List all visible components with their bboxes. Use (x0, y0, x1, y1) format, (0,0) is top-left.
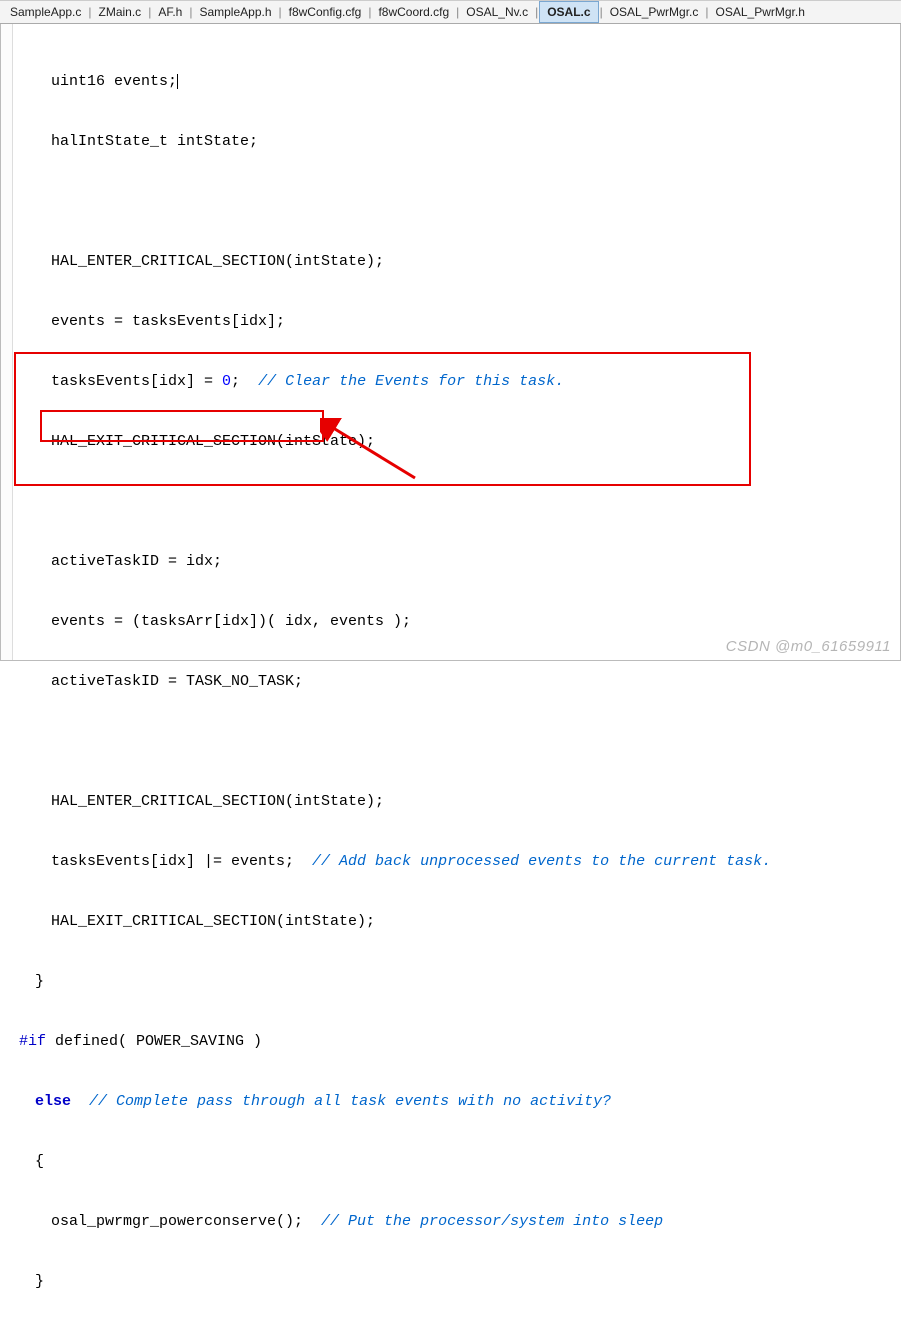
code-number: 0 (222, 373, 231, 390)
code-text: uint16 events; (51, 73, 177, 90)
tab-osal-pwrmgr-c[interactable]: OSAL_PwrMgr.c (604, 1, 705, 23)
tab-sampleapp-h[interactable]: SampleApp.h (193, 1, 277, 23)
code-text: tasksEvents[idx] |= events; (51, 853, 312, 870)
watermark: CSDN @m0_61659911 (726, 638, 891, 655)
code-comment: // Complete pass through all task events… (89, 1093, 611, 1110)
code-text: activeTaskID = TASK_NO_TASK; (51, 673, 303, 690)
tab-f8wconfig[interactable]: f8wConfig.cfg (283, 1, 368, 23)
code-text: osal_pwrmgr_powerconserve(); (51, 1213, 321, 1230)
code-text: HAL_EXIT_CRITICAL_SECTION(intState); (51, 913, 375, 930)
code-text: { (35, 1153, 44, 1170)
code-text: HAL_ENTER_CRITICAL_SECTION(intState); (51, 793, 384, 810)
code-text: HAL_EXIT_CRITICAL_SECTION(intState); (51, 433, 375, 450)
code-text: activeTaskID = idx; (51, 553, 222, 570)
code-text: } (35, 1273, 44, 1290)
code-text: halIntState_t intState; (51, 133, 258, 150)
code-text (71, 1093, 89, 1110)
gutter (1, 24, 13, 660)
code-preproc: #if (19, 1033, 46, 1050)
editor-wrap: uint16 events; halIntState_t intState; H… (0, 24, 901, 661)
tab-osal-pwrmgr-h[interactable]: OSAL_PwrMgr.h (710, 1, 811, 23)
code-comment: // Add back unprocessed events to the cu… (312, 853, 771, 870)
tab-sampleapp-c[interactable]: SampleApp.c (4, 1, 87, 23)
tab-f8wcoord[interactable]: f8wCoord.cfg (372, 1, 455, 23)
tab-af-h[interactable]: AF.h (152, 1, 188, 23)
tab-osal-nv-c[interactable]: OSAL_Nv.c (460, 1, 534, 23)
code-text: ; (231, 373, 258, 390)
code-comment: // Clear the Events for this task. (258, 373, 564, 390)
code-editor[interactable]: uint16 events; halIntState_t intState; H… (13, 24, 900, 660)
tab-osal-c[interactable]: OSAL.c (539, 1, 598, 23)
code-keyword: else (35, 1093, 71, 1110)
code-text: defined( POWER_SAVING ) (46, 1033, 262, 1050)
tab-bar: SampleApp.c| ZMain.c| AF.h| SampleApp.h|… (0, 0, 901, 24)
tab-zmain-c[interactable]: ZMain.c (93, 1, 148, 23)
text-cursor (177, 74, 178, 89)
code-text: } (35, 973, 44, 990)
code-text: tasksEvents[idx] = (51, 373, 222, 390)
code-text: events = tasksEvents[idx]; (51, 313, 285, 330)
code-text: events = (tasksArr[idx])( idx, events ); (51, 613, 411, 630)
code-comment: // Put the processor/system into sleep (321, 1213, 663, 1230)
code-text: HAL_ENTER_CRITICAL_SECTION(intState); (51, 253, 384, 270)
